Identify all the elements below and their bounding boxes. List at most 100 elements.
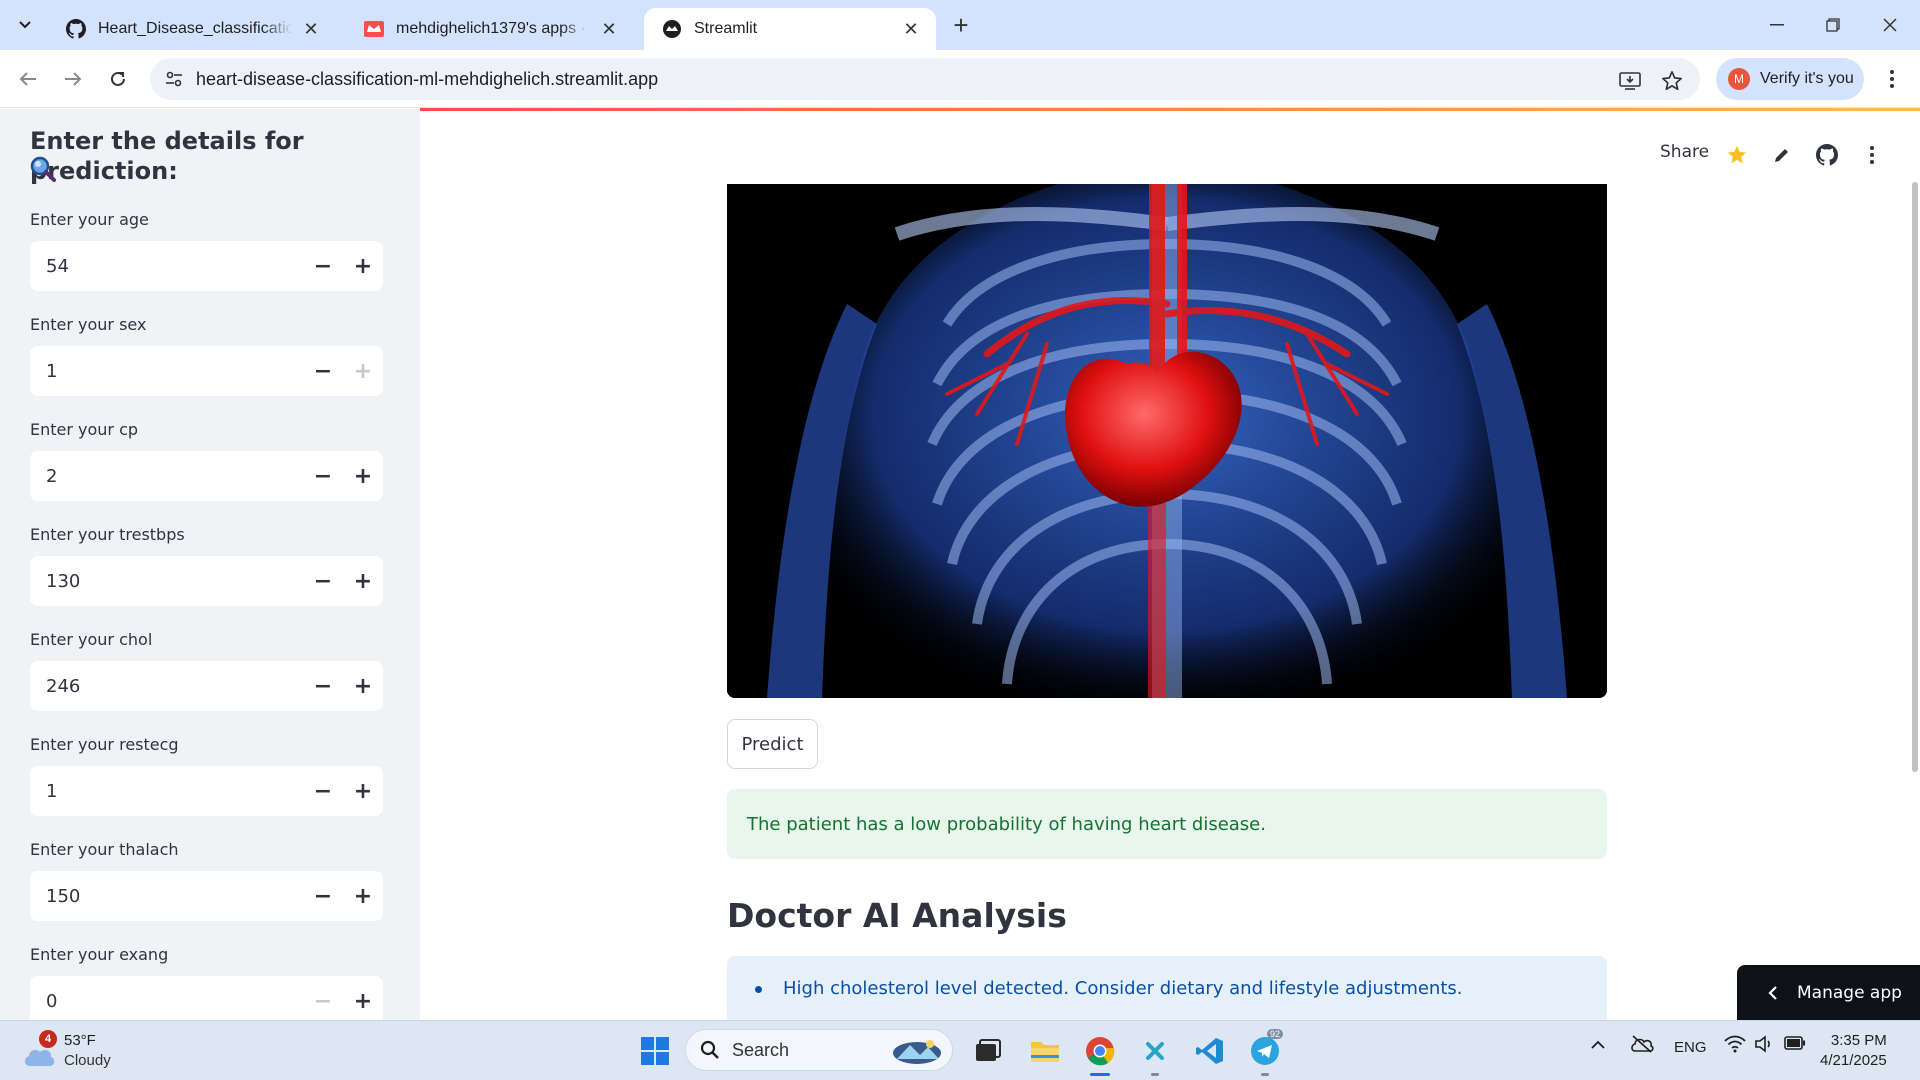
increment-button[interactable]: +: [343, 241, 383, 291]
clock[interactable]: 3:35 PM 4/21/2025: [1820, 1031, 1887, 1071]
decrement-button[interactable]: −: [303, 871, 343, 921]
show-hidden-icons-button[interactable]: [1590, 1037, 1606, 1054]
increment-button[interactable]: +: [343, 766, 383, 816]
decrement-button[interactable]: −: [303, 241, 343, 291]
cp-input[interactable]: 2 − +: [30, 451, 383, 501]
avatar: M: [1728, 68, 1750, 90]
more-vertical-icon[interactable]: [1858, 141, 1886, 169]
close-icon: [1883, 18, 1897, 32]
tab-search-button[interactable]: [10, 11, 40, 39]
notification-badge: 4: [39, 1030, 57, 1048]
install-app-icon[interactable]: [1618, 69, 1642, 93]
thalach-input[interactable]: 150 − +: [30, 871, 383, 921]
task-view-icon[interactable]: [968, 1031, 1008, 1071]
volume-icon[interactable]: [1754, 1035, 1774, 1057]
chrome-icon[interactable]: [1080, 1031, 1120, 1071]
trestbps-value[interactable]: 130: [30, 571, 303, 592]
star-icon[interactable]: [1723, 141, 1751, 169]
site-settings-icon[interactable]: [164, 69, 184, 89]
decrement-button[interactable]: −: [303, 661, 343, 711]
age-value[interactable]: 54: [30, 256, 303, 277]
tab-title: Streamlit: [694, 20, 758, 37]
close-icon[interactable]: ✕: [300, 18, 322, 40]
increment-button[interactable]: +: [343, 556, 383, 606]
share-button[interactable]: Share: [1660, 142, 1709, 162]
browser-menu-button[interactable]: [1880, 63, 1904, 95]
new-tab-button[interactable]: +: [945, 10, 977, 40]
chevron-down-icon: [19, 21, 31, 29]
arrow-right-icon: [65, 72, 82, 86]
app-x-icon[interactable]: [1135, 1031, 1175, 1071]
sidebar: Enter the details for prediction: Enter …: [0, 109, 420, 1020]
bookmark-star-icon[interactable]: [1660, 69, 1684, 93]
close-icon[interactable]: ✕: [900, 18, 922, 40]
minimize-icon: [1770, 24, 1784, 26]
wifi-icon[interactable]: [1724, 1035, 1746, 1057]
decrement-button[interactable]: −: [303, 976, 343, 1020]
cp-value[interactable]: 2: [30, 466, 303, 487]
tab-streamlit-apps[interactable]: mehdighelich1379's apps · Streamlit ✕: [346, 8, 634, 50]
vscode-icon[interactable]: [1190, 1031, 1230, 1071]
increment-button[interactable]: +: [343, 346, 383, 396]
edit-pencil-icon[interactable]: [1768, 141, 1796, 169]
increment-button[interactable]: +: [343, 976, 383, 1020]
github-icon[interactable]: [1813, 141, 1841, 169]
sex-input[interactable]: 1 − +: [30, 346, 383, 396]
taskbar-search[interactable]: Search: [685, 1029, 953, 1071]
taskbar: 4 53°F Cloudy Search 92 ENG 3:35 PM 4/21…: [0, 1020, 1920, 1080]
decrement-button[interactable]: −: [303, 766, 343, 816]
address-bar[interactable]: heart-disease-classification-ml-mehdighe…: [150, 58, 1700, 100]
prediction-result-text: The patient has a low probability of hav…: [747, 813, 1266, 835]
increment-button[interactable]: +: [343, 451, 383, 501]
increment-button[interactable]: +: [343, 661, 383, 711]
reload-button[interactable]: [102, 63, 134, 95]
weather-widget[interactable]: 4 53°F Cloudy: [22, 1030, 132, 1074]
verify-profile-button[interactable]: M Verify it's you: [1716, 58, 1864, 100]
tab-streamlit-active[interactable]: Streamlit ✕: [644, 8, 936, 50]
forward-button[interactable]: [57, 63, 89, 95]
chevron-up-icon: [1591, 1040, 1605, 1049]
analysis-item: High cholesterol level detected. Conside…: [783, 978, 1463, 999]
telegram-badge: 92: [1267, 1029, 1284, 1039]
age-input[interactable]: 54 − +: [30, 241, 383, 291]
restecg-value[interactable]: 1: [30, 781, 303, 802]
exang-input[interactable]: 0 − +: [30, 976, 383, 1020]
arrow-left-icon: [19, 72, 36, 86]
file-explorer-icon[interactable]: [1025, 1031, 1065, 1071]
more-vertical-icon: [1890, 70, 1894, 88]
tab-github[interactable]: Heart_Disease_classification_ML ✕: [48, 8, 336, 50]
back-button[interactable]: [12, 63, 44, 95]
streamlit-logo-icon: [662, 19, 682, 39]
trestbps-label: Enter your trestbps: [30, 525, 185, 544]
onedrive-offline-icon[interactable]: [1630, 1035, 1654, 1057]
close-window-button[interactable]: [1868, 8, 1912, 42]
exang-value[interactable]: 0: [30, 991, 303, 1012]
chol-input[interactable]: 246 − +: [30, 661, 383, 711]
sidebar-title: Enter the details for prediction:: [30, 127, 304, 185]
running-app-indicator: [1261, 1073, 1269, 1076]
decrement-button[interactable]: −: [303, 451, 343, 501]
increment-button[interactable]: +: [343, 871, 383, 921]
weather-desc: Cloudy: [64, 1052, 111, 1069]
close-icon[interactable]: ✕: [598, 18, 620, 40]
decrement-button[interactable]: −: [303, 556, 343, 606]
trestbps-input[interactable]: 130 − +: [30, 556, 383, 606]
minimize-button[interactable]: [1755, 8, 1799, 42]
battery-icon[interactable]: [1784, 1036, 1806, 1054]
start-button[interactable]: [635, 1031, 675, 1071]
telegram-icon[interactable]: 92: [1245, 1029, 1285, 1071]
sex-value[interactable]: 1: [30, 361, 303, 382]
decrement-button[interactable]: −: [303, 346, 343, 396]
running-app-indicator: [1151, 1073, 1159, 1076]
thalach-value[interactable]: 150: [30, 886, 303, 907]
sex-label: Enter your sex: [30, 315, 147, 334]
chol-value[interactable]: 246: [30, 676, 303, 697]
magnifier-icon: [30, 156, 56, 186]
manage-app-button[interactable]: Manage app: [1737, 965, 1920, 1020]
predict-button[interactable]: Predict: [727, 719, 818, 769]
restore-button[interactable]: [1811, 8, 1855, 42]
restecg-input[interactable]: 1 − +: [30, 766, 383, 816]
scrollbar[interactable]: [1912, 182, 1918, 772]
clock-date: 4/21/2025: [1820, 1052, 1887, 1069]
language-indicator[interactable]: ENG: [1674, 1039, 1707, 1056]
